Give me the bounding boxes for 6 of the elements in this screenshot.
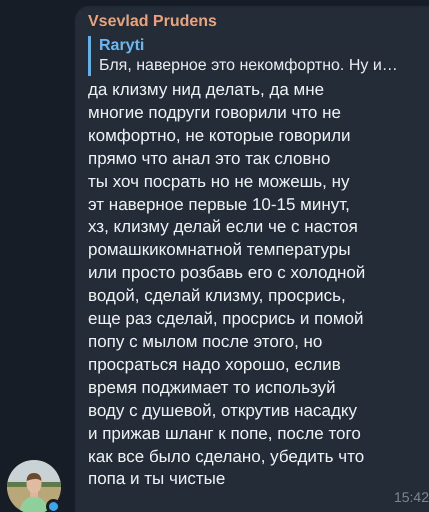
message-text: да клизму нид делать, да мне многие подруги говорили что не комфортно, не которые говорили прямо что анал это так словно ты хоч посрать но не можешь, ну эт наверное первые 10-15 минут, хз, клизму делай если че с настоя ромашкикомнатной температуры или просто розбавь его с холодной водой, сделай клизму, просрись, еще раз сделай, просрись и помой попу с мылом после этого, но просраться надо хорошо, еслив время поджимает то используй воду с душевой, открутив насадку и прижав шланг к попе, после того как все было сделано, убедить что попа и ты чистые (88, 79, 366, 490)
message-time: 15:42 (394, 488, 429, 507)
reply-author: Raryti (99, 36, 146, 56)
reply-text: Бля, наверное это некомфортно. Ну и… (99, 56, 399, 76)
author-name: Vsevlad Prudens (88, 12, 218, 32)
reply-quote[interactable]: Raryti Бля, наверное это некомфортно. Ну и… (88, 36, 429, 76)
